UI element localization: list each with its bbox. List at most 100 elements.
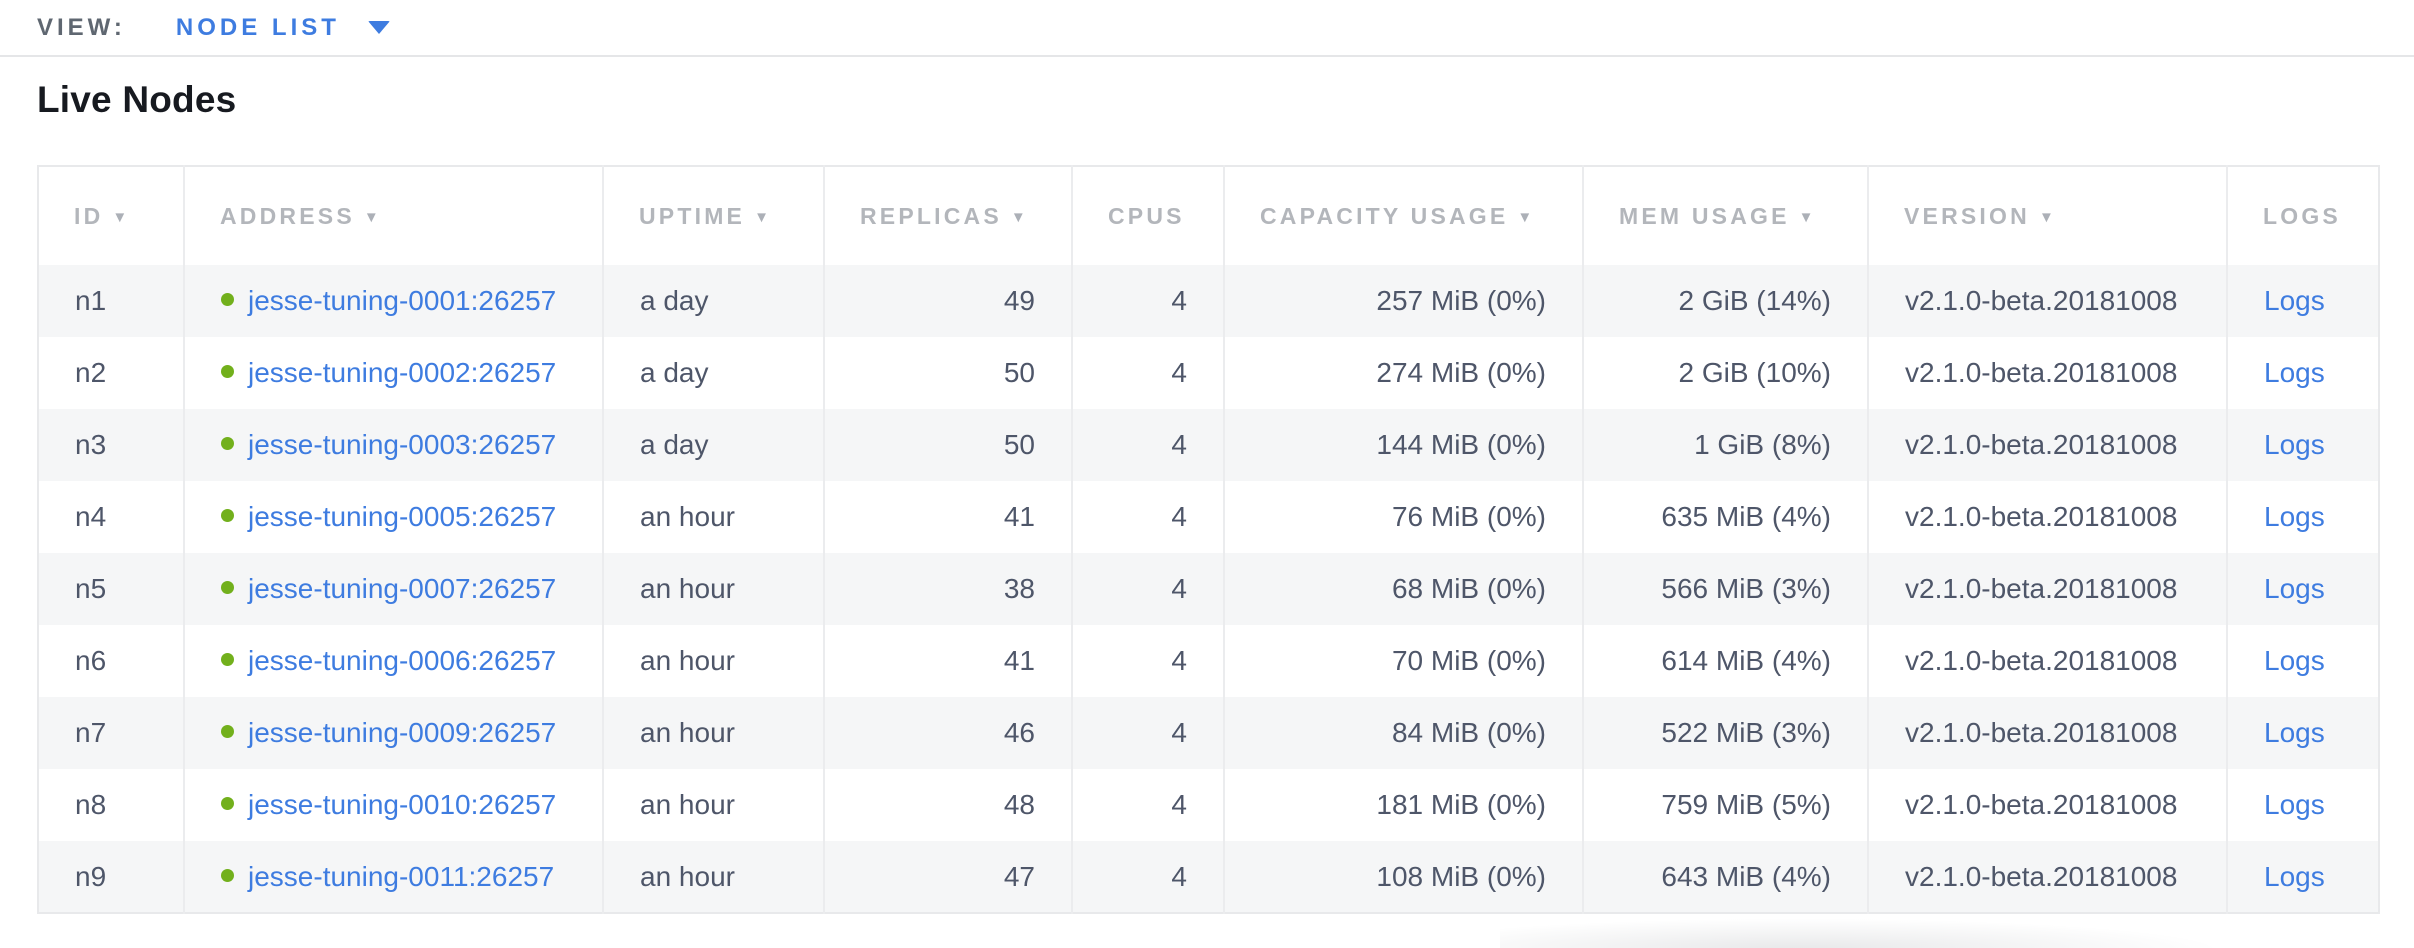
table-row: n1jesse-tuning-0001:26257a day494257 MiB…: [38, 265, 2379, 337]
table-row: n3jesse-tuning-0003:26257a day504144 MiB…: [38, 409, 2379, 481]
logs-link[interactable]: Logs: [2264, 285, 2325, 316]
cell-address: jesse-tuning-0006:26257: [184, 625, 603, 697]
cell-replicas: 49: [824, 265, 1072, 337]
cell-replicas: 41: [824, 625, 1072, 697]
address-link[interactable]: jesse-tuning-0006:26257: [248, 645, 556, 676]
column-label: ID: [74, 203, 103, 229]
column-header-version[interactable]: VERSION▼: [1868, 166, 2227, 265]
node-live-status-icon: [221, 581, 234, 594]
cell-logs: Logs: [2227, 841, 2379, 913]
cell-logs: Logs: [2227, 697, 2379, 769]
cell-uptime: a day: [603, 409, 824, 481]
column-label: LOGS: [2263, 203, 2341, 229]
address-link[interactable]: jesse-tuning-0010:26257: [248, 789, 556, 820]
address-link[interactable]: jesse-tuning-0001:26257: [248, 285, 556, 316]
address-link[interactable]: jesse-tuning-0002:26257: [248, 357, 556, 388]
cell-uptime: an hour: [603, 553, 824, 625]
cell-replicas: 50: [824, 337, 1072, 409]
column-header-logs: LOGS: [2227, 166, 2379, 265]
column-header-cpus: CPUS: [1072, 166, 1224, 265]
cell-mem: 643 MiB (4%): [1583, 841, 1868, 913]
cell-version: v2.1.0-beta.20181008: [1868, 481, 2227, 553]
cell-id: n4: [38, 481, 184, 553]
cell-id: n9: [38, 841, 184, 913]
cell-cpus: 4: [1072, 769, 1224, 841]
node-live-status-icon: [221, 869, 234, 882]
cell-capacity: 108 MiB (0%): [1224, 841, 1583, 913]
node-live-status-icon: [221, 725, 234, 738]
address-link[interactable]: jesse-tuning-0011:26257: [248, 861, 554, 892]
cell-address: jesse-tuning-0011:26257: [184, 841, 603, 913]
view-toolbar: VIEW: NODE LIST: [0, 0, 2414, 57]
cell-version: v2.1.0-beta.20181008: [1868, 265, 2227, 337]
logs-link[interactable]: Logs: [2264, 645, 2325, 676]
column-header-uptime[interactable]: UPTIME▼: [603, 166, 824, 265]
address-link[interactable]: jesse-tuning-0003:26257: [248, 429, 556, 460]
column-label: CAPACITY USAGE: [1260, 203, 1508, 229]
column-label: CPUS: [1108, 203, 1185, 229]
table-row: n5jesse-tuning-0007:26257an hour38468 Mi…: [38, 553, 2379, 625]
horizontal-scrollbar-thumb[interactable]: [1500, 918, 2340, 948]
logs-link[interactable]: Logs: [2264, 357, 2325, 388]
cell-replicas: 38: [824, 553, 1072, 625]
cell-address: jesse-tuning-0010:26257: [184, 769, 603, 841]
cell-version: v2.1.0-beta.20181008: [1868, 769, 2227, 841]
cell-cpus: 4: [1072, 841, 1224, 913]
cell-replicas: 46: [824, 697, 1072, 769]
address-link[interactable]: jesse-tuning-0007:26257: [248, 573, 556, 604]
address-link[interactable]: jesse-tuning-0009:26257: [248, 717, 556, 748]
cell-replicas: 41: [824, 481, 1072, 553]
cell-cpus: 4: [1072, 265, 1224, 337]
logs-link[interactable]: Logs: [2264, 501, 2325, 532]
address-link[interactable]: jesse-tuning-0005:26257: [248, 501, 556, 532]
cell-cpus: 4: [1072, 553, 1224, 625]
cell-mem: 614 MiB (4%): [1583, 625, 1868, 697]
sort-desc-icon: ▼: [1011, 209, 1029, 226]
cell-mem: 1 GiB (8%): [1583, 409, 1868, 481]
cell-cpus: 4: [1072, 409, 1224, 481]
cell-version: v2.1.0-beta.20181008: [1868, 841, 2227, 913]
logs-link[interactable]: Logs: [2264, 573, 2325, 604]
node-live-status-icon: [221, 293, 234, 306]
column-header-id[interactable]: ID▼: [38, 166, 184, 265]
column-header-capacity[interactable]: CAPACITY USAGE ▼: [1224, 166, 1583, 265]
table-row: n6jesse-tuning-0006:26257an hour41470 Mi…: [38, 625, 2379, 697]
cell-logs: Logs: [2227, 553, 2379, 625]
cell-capacity: 181 MiB (0%): [1224, 769, 1583, 841]
cell-mem: 759 MiB (5%): [1583, 769, 1868, 841]
table-row: n4jesse-tuning-0005:26257an hour41476 Mi…: [38, 481, 2379, 553]
node-live-status-icon: [221, 653, 234, 666]
cell-version: v2.1.0-beta.20181008: [1868, 697, 2227, 769]
cell-version: v2.1.0-beta.20181008: [1868, 553, 2227, 625]
cell-cpus: 4: [1072, 337, 1224, 409]
cell-address: jesse-tuning-0005:26257: [184, 481, 603, 553]
cell-capacity: 76 MiB (0%): [1224, 481, 1583, 553]
page-title: Live Nodes: [37, 79, 2378, 121]
chevron-down-icon: [368, 21, 390, 34]
table-row: n7jesse-tuning-0009:26257an hour46484 Mi…: [38, 697, 2379, 769]
sort-desc-icon: ▼: [1517, 209, 1535, 226]
column-label: UPTIME: [639, 203, 745, 229]
logs-link[interactable]: Logs: [2264, 861, 2325, 892]
cell-uptime: an hour: [603, 625, 824, 697]
logs-link[interactable]: Logs: [2264, 717, 2325, 748]
cell-uptime: an hour: [603, 697, 824, 769]
column-header-replicas[interactable]: REPLICAS▼: [824, 166, 1072, 265]
node-live-status-icon: [221, 797, 234, 810]
column-header-mem[interactable]: MEM USAGE▼: [1583, 166, 1868, 265]
cell-address: jesse-tuning-0007:26257: [184, 553, 603, 625]
column-header-address[interactable]: ADDRESS▼: [184, 166, 603, 265]
cell-id: n7: [38, 697, 184, 769]
logs-link[interactable]: Logs: [2264, 429, 2325, 460]
cell-mem: 566 MiB (3%): [1583, 553, 1868, 625]
cell-replicas: 47: [824, 841, 1072, 913]
cell-version: v2.1.0-beta.20181008: [1868, 409, 2227, 481]
cell-id: n8: [38, 769, 184, 841]
cell-capacity: 144 MiB (0%): [1224, 409, 1583, 481]
cell-logs: Logs: [2227, 409, 2379, 481]
node-live-status-icon: [221, 365, 234, 378]
logs-link[interactable]: Logs: [2264, 789, 2325, 820]
cell-capacity: 84 MiB (0%): [1224, 697, 1583, 769]
cell-logs: Logs: [2227, 337, 2379, 409]
view-dropdown[interactable]: NODE LIST: [176, 14, 390, 42]
